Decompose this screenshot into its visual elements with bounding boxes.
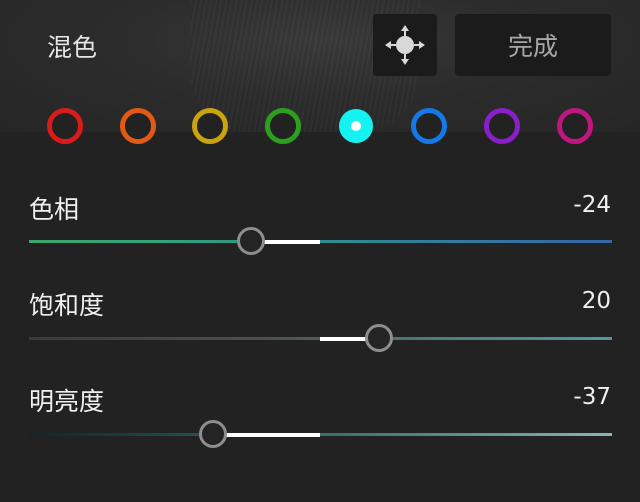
saturation-value: 20 xyxy=(581,288,611,314)
saturation-label: 饱和度 xyxy=(29,291,105,320)
move-arrows-icon xyxy=(385,25,425,65)
luminance-slider-thumb[interactable] xyxy=(198,420,227,448)
hue-slider-track[interactable] xyxy=(29,240,612,243)
done-button[interactable]: 完成 xyxy=(455,14,611,76)
swatch-aqua[interactable] xyxy=(339,109,373,143)
target-adjust-button[interactable] xyxy=(373,14,437,76)
hue-label: 色相 xyxy=(29,195,80,224)
swatch-red[interactable] xyxy=(47,108,83,144)
luminance-value: -37 xyxy=(573,384,611,410)
swatch-green[interactable] xyxy=(265,108,301,144)
swatch-yellow[interactable] xyxy=(192,108,228,144)
panel-title: 混色 xyxy=(47,33,98,62)
swatch-magenta[interactable] xyxy=(557,108,593,144)
swatch-blue[interactable] xyxy=(411,108,447,144)
luminance-slider-fill xyxy=(212,433,320,437)
hue-value: -24 xyxy=(573,192,611,218)
luminance-label: 明亮度 xyxy=(29,387,105,416)
saturation-slider-thumb[interactable] xyxy=(364,324,393,352)
swatch-purple[interactable] xyxy=(484,108,520,144)
swatch-orange[interactable] xyxy=(120,108,156,144)
luminance-slider-track[interactable] xyxy=(29,433,612,436)
hue-slider-thumb[interactable] xyxy=(236,227,265,255)
color-swatch-row xyxy=(0,108,640,148)
